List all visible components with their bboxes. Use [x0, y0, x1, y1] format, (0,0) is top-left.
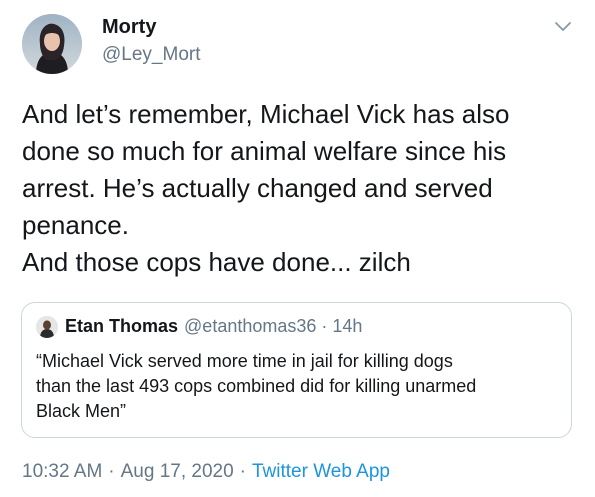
tweet-text-line: penance.: [22, 210, 129, 240]
quoted-tweet[interactable]: Etan Thomas @etanthomas36 · 14h “Michael Vi…: [21, 302, 572, 438]
quoted-time: 14h: [332, 316, 363, 336]
author-display-name[interactable]: Morty: [102, 16, 156, 39]
tweet-metadata: 10:32 AM · Aug 17, 2020 · Twitter Web App: [22, 461, 390, 483]
quoted-tweet-header: Etan Thomas @etanthomas36 · 14h: [65, 316, 362, 337]
tweet-text: And let’s remember, Michael Vick has als…: [22, 96, 577, 281]
quoted-text-line: than the last 493 cops combined did for …: [36, 376, 477, 396]
quoted-handle: @etanthomas36: [184, 316, 317, 336]
chevron-down-icon[interactable]: [548, 12, 578, 42]
quoted-text-line: Black Men”: [36, 401, 127, 421]
tweet-text-line: And those cops have done... zilch: [22, 247, 411, 277]
avatar[interactable]: [22, 14, 82, 74]
tweet-card: Morty @Ley_Mort And let’s remember, Mich…: [0, 0, 595, 497]
quoted-display-name: Etan Thomas: [65, 316, 179, 336]
quoted-text-line: “Michael Vick served more time in jail f…: [36, 351, 453, 371]
tweet-text-line: done so much for animal welfare since hi…: [22, 136, 507, 166]
tweet-time[interactable]: 10:32 AM: [22, 461, 102, 482]
metadata-separator: ·: [239, 461, 246, 482]
metadata-separator: ·: [108, 461, 115, 482]
tweet-text-line: arrest. He’s actually changed and served: [22, 173, 493, 203]
quoted-separator: ·: [321, 316, 328, 336]
quoted-avatar: [36, 316, 58, 338]
tweet-source-link[interactable]: Twitter Web App: [252, 461, 390, 482]
tweet-date[interactable]: Aug 17, 2020: [121, 461, 234, 482]
tweet-text-line: And let’s remember, Michael Vick has als…: [22, 99, 510, 129]
author-handle[interactable]: @Ley_Mort: [102, 44, 201, 66]
quoted-tweet-text: “Michael Vick served more time in jail f…: [36, 349, 561, 424]
